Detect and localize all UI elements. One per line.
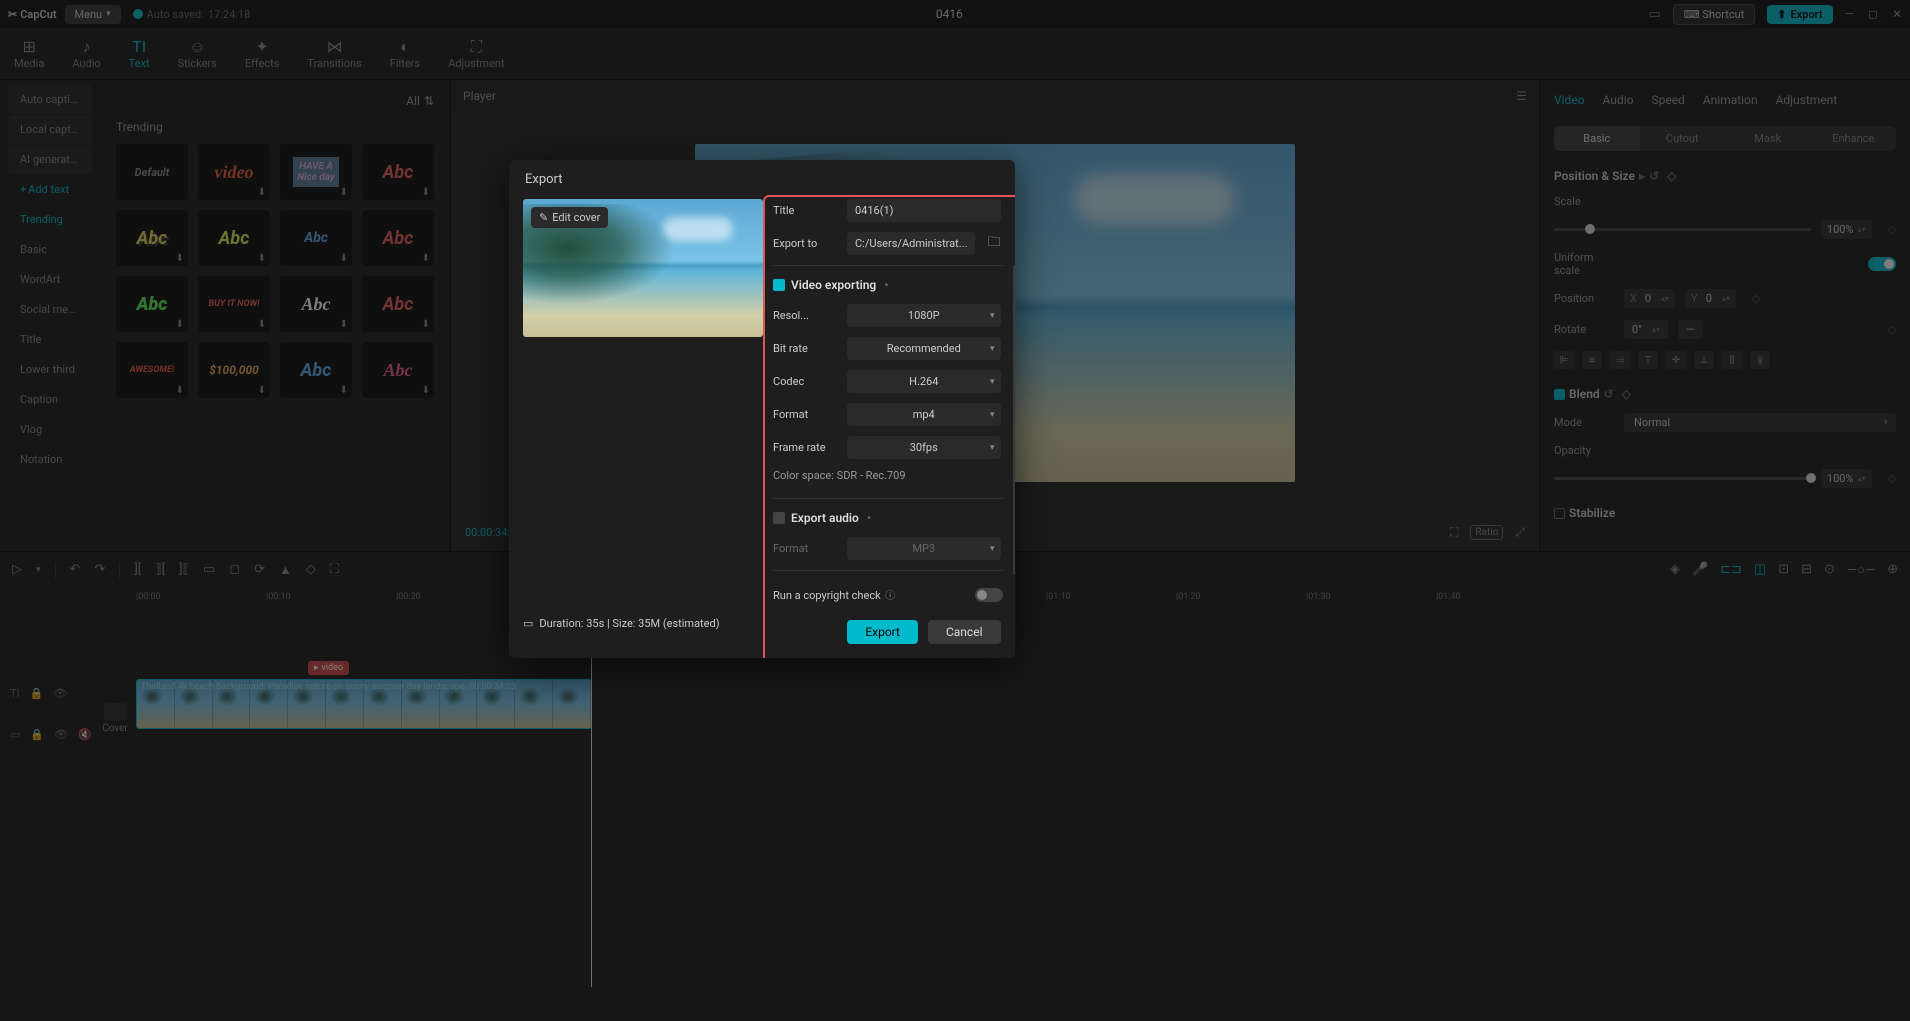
resolution-select[interactable]: 1080P▾ [847, 304, 1001, 327]
export-audio-header[interactable]: Export audio• [773, 511, 1009, 525]
title-input[interactable]: 0416(1) [847, 199, 1001, 222]
folder-icon[interactable]: 🗀 [987, 233, 1000, 255]
export-preview: ✎ Edit cover [523, 199, 763, 337]
codec-select[interactable]: H.264▾ [847, 370, 1001, 393]
exportto-label: Export to [773, 237, 839, 250]
framerate-label: Frame rate [773, 441, 839, 454]
audio-format-label: Format [773, 542, 839, 555]
audio-format-select[interactable]: MP3▾ [847, 537, 1001, 560]
export-meta: ▭ Duration: 35s | Size: 35M (estimated) [523, 617, 751, 630]
format-select[interactable]: mp4▾ [847, 403, 1001, 426]
bitrate-label: Bit rate [773, 342, 839, 355]
export-modal: Export ✎ Edit cover ▭ Duration: 35s | Si… [509, 160, 1015, 658]
bitrate-select[interactable]: Recommended▾ [847, 337, 1001, 360]
framerate-select[interactable]: 30fps▾ [847, 436, 1001, 459]
copyright-toggle[interactable] [975, 588, 1003, 602]
exportto-input[interactable]: C:/Users/Administrat... [847, 232, 975, 255]
video-exporting-header[interactable]: Video exporting• [773, 278, 1009, 292]
colorspace-label: Color space: SDR - Rec.709 [773, 469, 1009, 482]
modal-cancel-button[interactable]: Cancel [928, 620, 1001, 644]
modal-scrollbar[interactable] [1013, 265, 1016, 575]
modal-export-button[interactable]: Export [847, 620, 918, 644]
edit-cover-button[interactable]: ✎ Edit cover [531, 207, 608, 228]
resolution-label: Resol... [773, 309, 839, 322]
info-icon[interactable]: ⓘ [883, 591, 895, 602]
modal-title: Export [509, 160, 1015, 199]
format-label: Format [773, 408, 839, 421]
codec-label: Codec [773, 375, 839, 388]
title-label: Title [773, 204, 839, 217]
copyright-label: Run a copyright check [773, 589, 881, 602]
